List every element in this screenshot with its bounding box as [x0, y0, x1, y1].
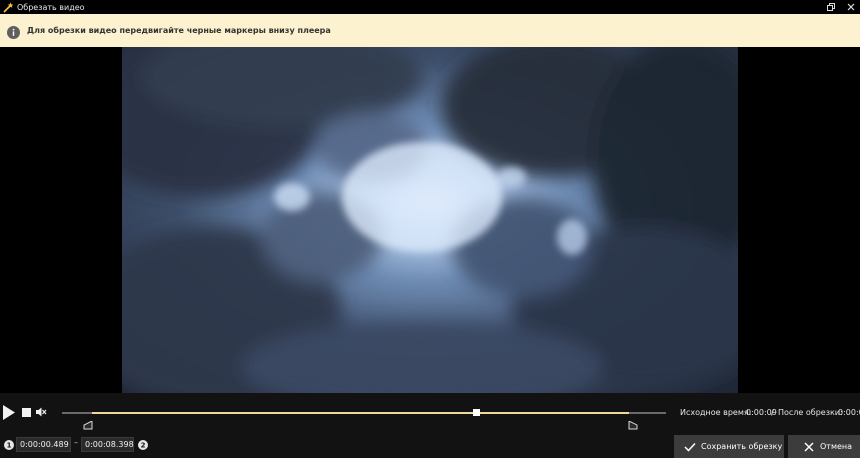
window-buttons — [826, 1, 856, 12]
end-badge: 2 — [138, 440, 148, 450]
title-bar: Обрезать видео — [0, 0, 860, 14]
cancel-button[interactable]: Отмена — [788, 435, 860, 458]
player-controls: Исходное время: 0:00:09 / После обрезки:… — [0, 393, 860, 458]
trim-start-input[interactable]: 0:00:00.489 — [16, 437, 71, 452]
after-trim-value: 0:00:07 — [838, 408, 860, 417]
play-icon[interactable] — [2, 404, 16, 420]
after-trim-label: После обрезки: — [778, 408, 843, 417]
restore-icon[interactable] — [826, 1, 836, 12]
close-icon — [802, 440, 815, 453]
save-trim-button[interactable]: Сохранить обрезку — [674, 435, 784, 458]
trim-end-marker[interactable] — [628, 415, 638, 430]
trim-range — [91, 412, 630, 414]
video-frame — [122, 47, 738, 393]
time-separator: / — [771, 408, 774, 417]
range-dash: – — [74, 438, 78, 447]
trim-timeline[interactable] — [62, 408, 666, 430]
trim-video-window: Обрезать видео Для обрезки видео передви… — [0, 0, 860, 458]
mute-icon[interactable] — [35, 405, 47, 418]
info-banner: Для обрезки видео передвигайте черные ма… — [0, 14, 860, 47]
start-badge-number: 1 — [7, 442, 12, 450]
playhead-handle[interactable] — [472, 409, 480, 416]
stormy-clouds-frame — [122, 47, 738, 393]
magic-wand-icon — [2, 1, 14, 13]
cancel-button-label: Отмена — [820, 442, 853, 451]
close-icon[interactable] — [846, 1, 856, 12]
save-button-label: Сохранить обрезку — [701, 442, 783, 451]
checkmark-icon — [683, 440, 696, 453]
trim-start-marker[interactable] — [83, 415, 93, 430]
start-badge: 1 — [4, 440, 14, 450]
source-time-label: Исходное время: — [680, 408, 752, 417]
trim-end-input[interactable]: 0:00:08.398 — [81, 437, 134, 452]
end-badge-number: 2 — [141, 442, 146, 450]
info-icon — [7, 24, 20, 39]
window-title: Обрезать видео — [17, 2, 85, 12]
stop-icon[interactable] — [21, 407, 31, 417]
banner-message: Для обрезки видео передвигайте черные ма… — [27, 26, 331, 35]
video-preview-area — [0, 47, 860, 393]
